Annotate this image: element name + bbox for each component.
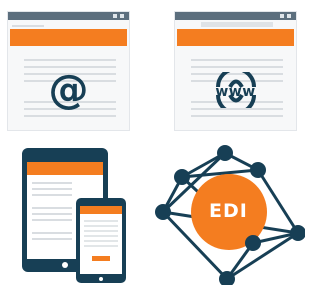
mobile-devices-tile: [22, 148, 126, 283]
edi-label: EDI: [209, 200, 248, 222]
phone-icon: [76, 198, 126, 283]
at-symbol-icon: @: [48, 67, 89, 113]
www-label: www: [215, 84, 256, 100]
web-browser-tile: www: [174, 11, 297, 131]
email-browser-tile: @: [7, 11, 130, 131]
